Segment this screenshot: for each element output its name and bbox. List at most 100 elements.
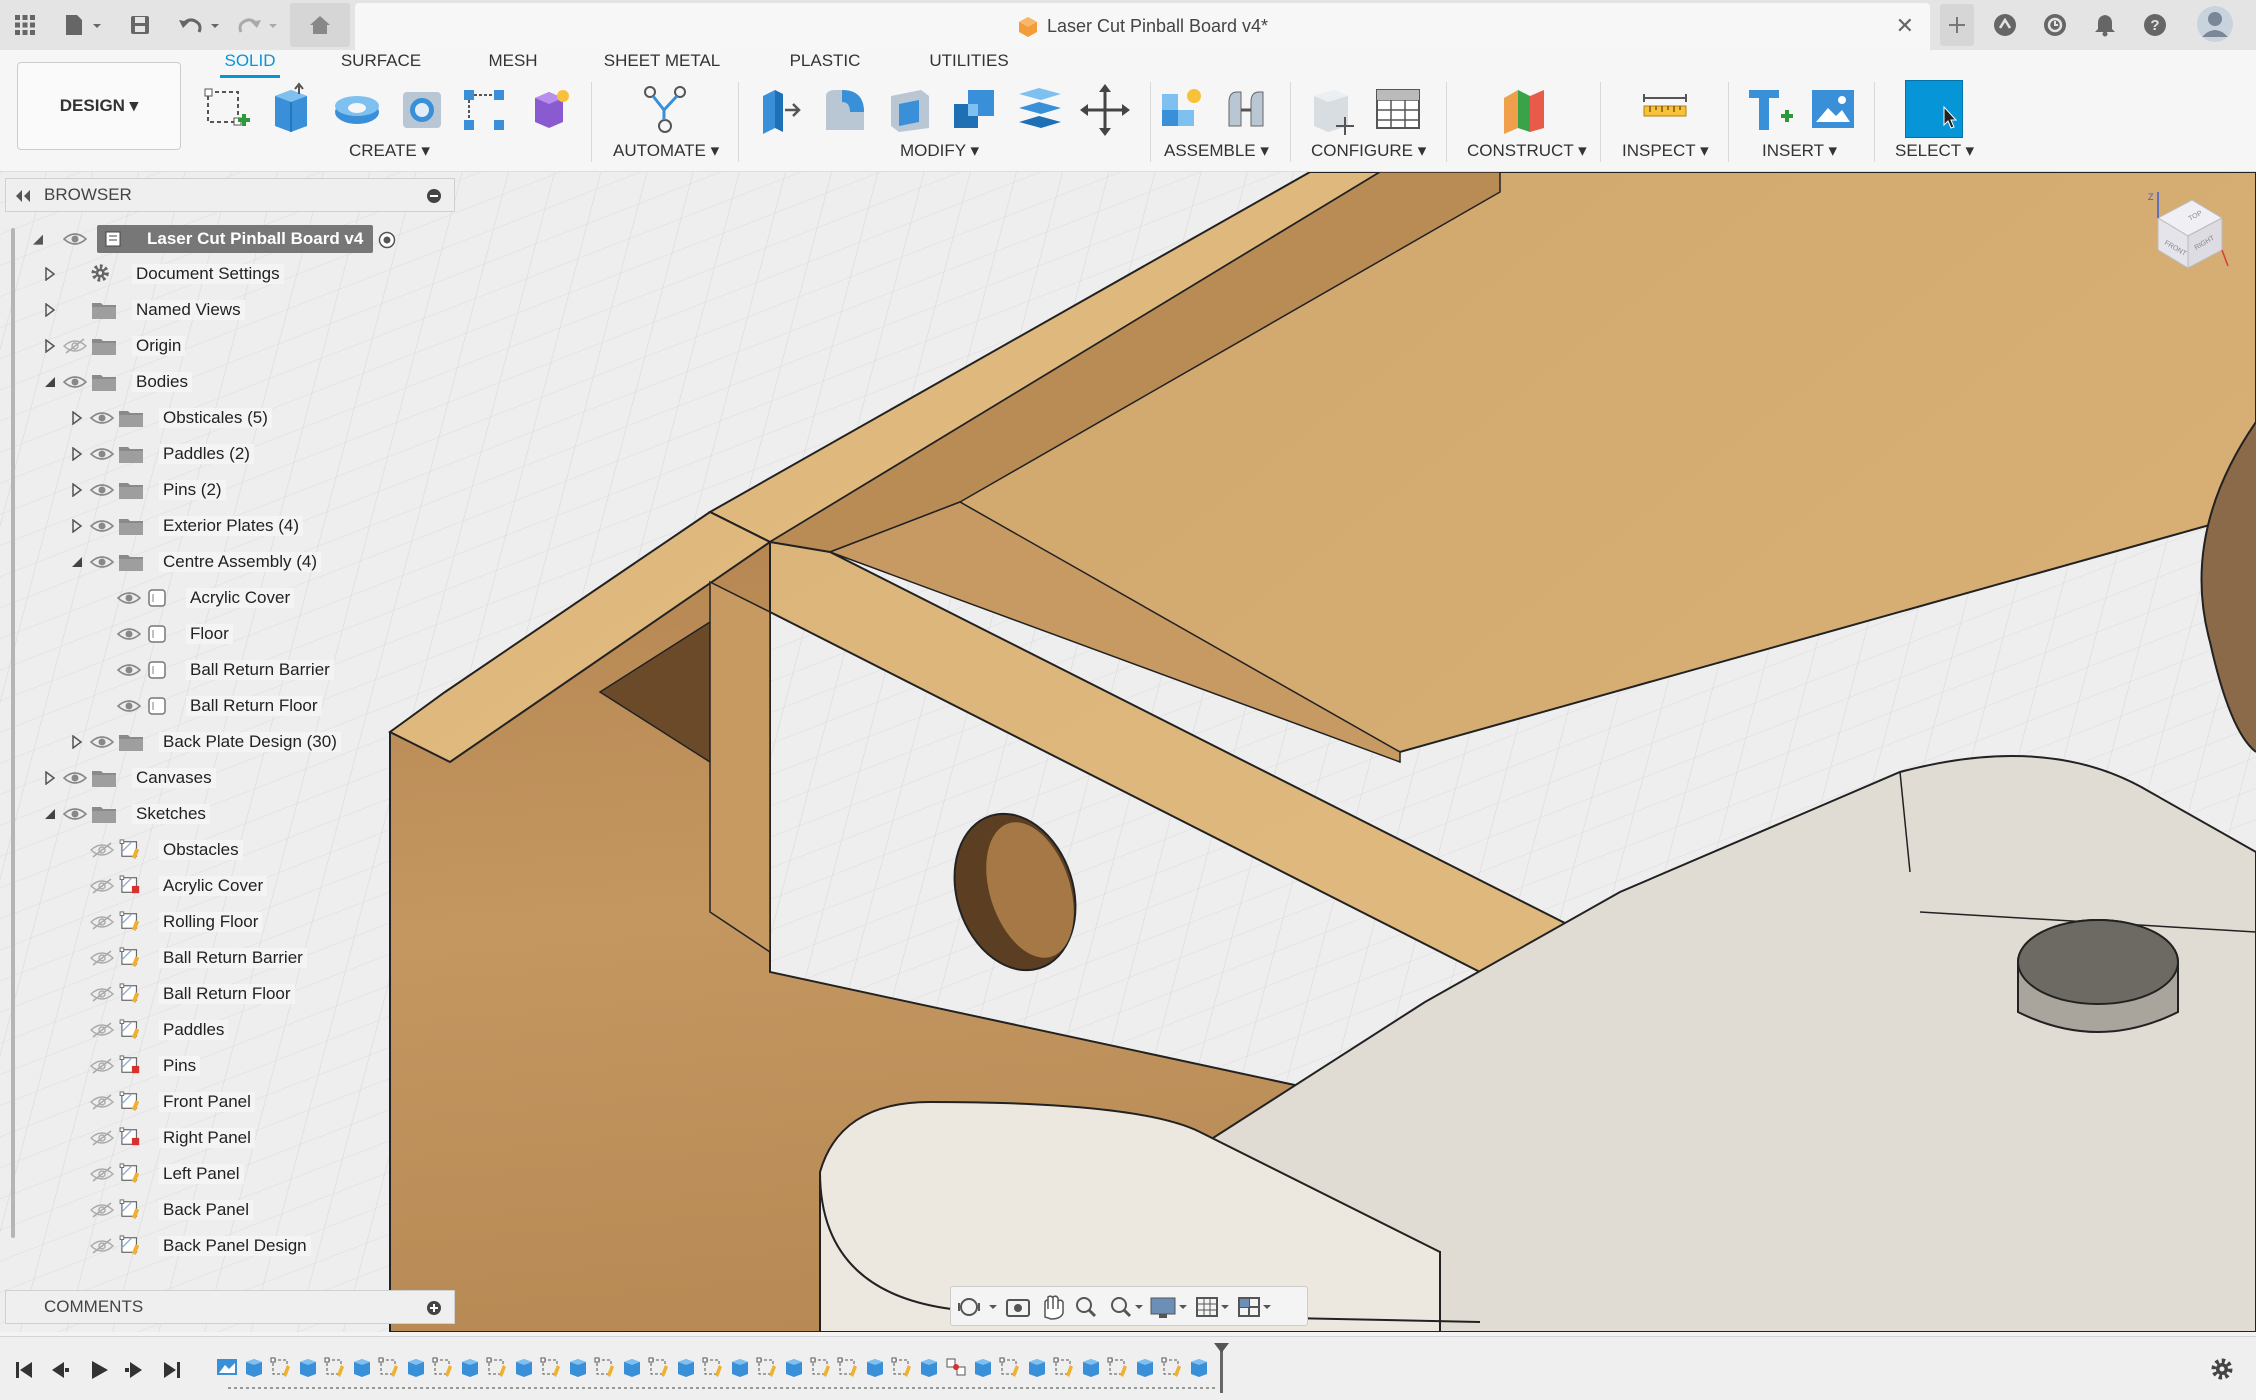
browser-scrollbar[interactable]	[11, 228, 15, 1238]
insert-group-label[interactable]: INSERT ▾	[1762, 141, 1837, 161]
activate-radio-icon[interactable]	[378, 231, 396, 249]
hidden-eye-icon[interactable]	[63, 338, 87, 354]
tab-solid[interactable]: SOLID	[220, 50, 280, 78]
visibility-eye-icon[interactable]	[63, 231, 87, 247]
grid-snap-icon[interactable]	[1196, 1297, 1229, 1317]
new-tab-button[interactable]	[1940, 4, 1974, 46]
visibility-eye-icon[interactable]	[90, 446, 114, 462]
notifications-bell-icon[interactable]	[2090, 8, 2120, 42]
timeline-feature-extrude-icon[interactable]	[863, 1355, 887, 1379]
tab-utilities[interactable]: UTILITIES	[922, 50, 1016, 78]
visibility-eye-icon[interactable]	[63, 770, 87, 786]
new-component-icon[interactable]	[1158, 82, 1208, 138]
workspace-switcher-button[interactable]: DESIGN ▾	[17, 62, 181, 150]
expand-triangle-icon[interactable]	[70, 483, 84, 497]
joint-icon[interactable]	[1223, 82, 1273, 138]
orbit-icon[interactable]	[958, 1298, 997, 1316]
fillet-icon[interactable]	[820, 82, 870, 138]
select-tool-button[interactable]	[1905, 80, 1963, 138]
expand-triangle-icon[interactable]	[70, 735, 84, 749]
timeline-feature-sketch-icon[interactable]	[215, 1355, 239, 1379]
configure-group-label[interactable]: CONFIGURE ▾	[1311, 141, 1426, 161]
construct-group-label[interactable]: CONSTRUCT ▾	[1467, 141, 1587, 161]
timeline-feature-extrude-icon[interactable]	[620, 1355, 644, 1379]
hidden-eye-icon[interactable]	[90, 1130, 114, 1146]
pan-hand-icon[interactable]	[1044, 1295, 1064, 1320]
tab-surface[interactable]: SURFACE	[335, 50, 427, 78]
press-pull-icon[interactable]	[755, 82, 805, 138]
hidden-eye-icon[interactable]	[90, 950, 114, 966]
expand-triangle-icon[interactable]	[70, 447, 84, 461]
hole-icon[interactable]	[397, 82, 447, 138]
minimize-panel-icon[interactable]	[426, 188, 442, 209]
timeline-feature-sketch-icon[interactable]	[809, 1355, 833, 1379]
insert-canvas-icon[interactable]	[1808, 82, 1858, 138]
timeline-feature-sketch-icon[interactable]	[485, 1355, 509, 1379]
timeline-feature-extrude-icon[interactable]	[1025, 1355, 1049, 1379]
shell-icon[interactable]	[885, 82, 935, 138]
timeline-feature-sketch-icon[interactable]	[593, 1355, 617, 1379]
collapse-triangle-icon[interactable]	[70, 555, 84, 569]
hidden-eye-icon[interactable]	[90, 1238, 114, 1254]
expand-triangle-icon[interactable]	[43, 267, 57, 281]
configure-model-icon[interactable]	[1308, 82, 1358, 138]
step-forward-icon[interactable]	[125, 1362, 142, 1378]
hidden-eye-icon[interactable]	[90, 878, 114, 894]
visibility-eye-icon[interactable]	[90, 554, 114, 570]
timeline-feature-extrude-icon[interactable]	[782, 1355, 806, 1379]
tab-sheet-metal[interactable]: SHEET METAL	[598, 50, 726, 78]
visibility-eye-icon[interactable]	[90, 734, 114, 750]
comments-panel[interactable]: COMMENTS	[5, 1290, 455, 1324]
look-at-icon[interactable]	[1006, 1299, 1030, 1317]
visibility-eye-icon[interactable]	[90, 518, 114, 534]
create-group-label[interactable]: CREATE ▾	[349, 141, 430, 161]
revolve-icon[interactable]	[332, 82, 382, 138]
timeline-settings-gear-icon[interactable]	[2210, 1357, 2234, 1386]
hidden-eye-icon[interactable]	[90, 986, 114, 1002]
visibility-eye-icon[interactable]	[117, 662, 141, 678]
collapse-triangle-icon[interactable]	[43, 807, 57, 821]
timeline-marker[interactable]	[1214, 1343, 1229, 1393]
timeline-feature-extrude-icon[interactable]	[350, 1355, 374, 1379]
visibility-eye-icon[interactable]	[117, 626, 141, 642]
timeline-feature-sketch-icon[interactable]	[1052, 1355, 1076, 1379]
automate-group-label[interactable]: AUTOMATE ▾	[613, 141, 719, 161]
timeline-feature-sketch-icon[interactable]	[755, 1355, 779, 1379]
timeline-feature-sketch-icon[interactable]	[890, 1355, 914, 1379]
inspect-group-label[interactable]: INSPECT ▾	[1622, 141, 1709, 161]
timeline-feature-extrude-icon[interactable]	[1079, 1355, 1103, 1379]
timeline-feature-extrude-icon[interactable]	[1187, 1355, 1211, 1379]
visibility-eye-icon[interactable]	[117, 590, 141, 606]
timeline-feature-sketch-icon[interactable]	[1106, 1355, 1130, 1379]
user-avatar[interactable]	[2195, 2, 2235, 46]
timeline-feature-extrude-icon[interactable]	[1133, 1355, 1157, 1379]
add-comment-icon[interactable]	[426, 1300, 442, 1321]
hidden-eye-icon[interactable]	[90, 1202, 114, 1218]
visibility-eye-icon[interactable]	[90, 482, 114, 498]
timeline-feature-extrude-icon[interactable]	[728, 1355, 752, 1379]
offset-face-icon[interactable]	[1015, 82, 1065, 138]
redo-icon[interactable]	[233, 8, 283, 42]
measure-icon[interactable]	[1640, 82, 1690, 138]
extensions-icon[interactable]	[1990, 8, 2020, 42]
timeline-feature-extrude-icon[interactable]	[566, 1355, 590, 1379]
timeline-feature-extrude-icon[interactable]	[404, 1355, 428, 1379]
visibility-eye-icon[interactable]	[117, 698, 141, 714]
help-icon[interactable]: ?	[2140, 8, 2170, 42]
hidden-eye-icon[interactable]	[90, 914, 114, 930]
timeline-feature-extrude-icon[interactable]	[242, 1355, 266, 1379]
insert-mcmaster-icon[interactable]	[1745, 82, 1795, 138]
expand-triangle-icon[interactable]	[43, 339, 57, 353]
save-icon[interactable]	[127, 8, 153, 42]
timeline-feature-sketch-icon[interactable]	[431, 1355, 455, 1379]
zoom-icon[interactable]	[1076, 1297, 1097, 1318]
create-sketch-icon[interactable]	[202, 82, 252, 138]
tab-mesh[interactable]: MESH	[484, 50, 542, 78]
view-cube[interactable]: TOP FRONT RIGHT Z	[2140, 188, 2230, 298]
select-group-label[interactable]: SELECT ▾	[1895, 141, 1974, 161]
fit-zoom-icon[interactable]	[1111, 1297, 1143, 1318]
timeline-feature-extrude-icon[interactable]	[971, 1355, 995, 1379]
timeline-feature-extrude-icon[interactable]	[917, 1355, 941, 1379]
modify-group-label[interactable]: MODIFY ▾	[900, 141, 979, 161]
viewports-icon[interactable]	[1238, 1297, 1271, 1317]
